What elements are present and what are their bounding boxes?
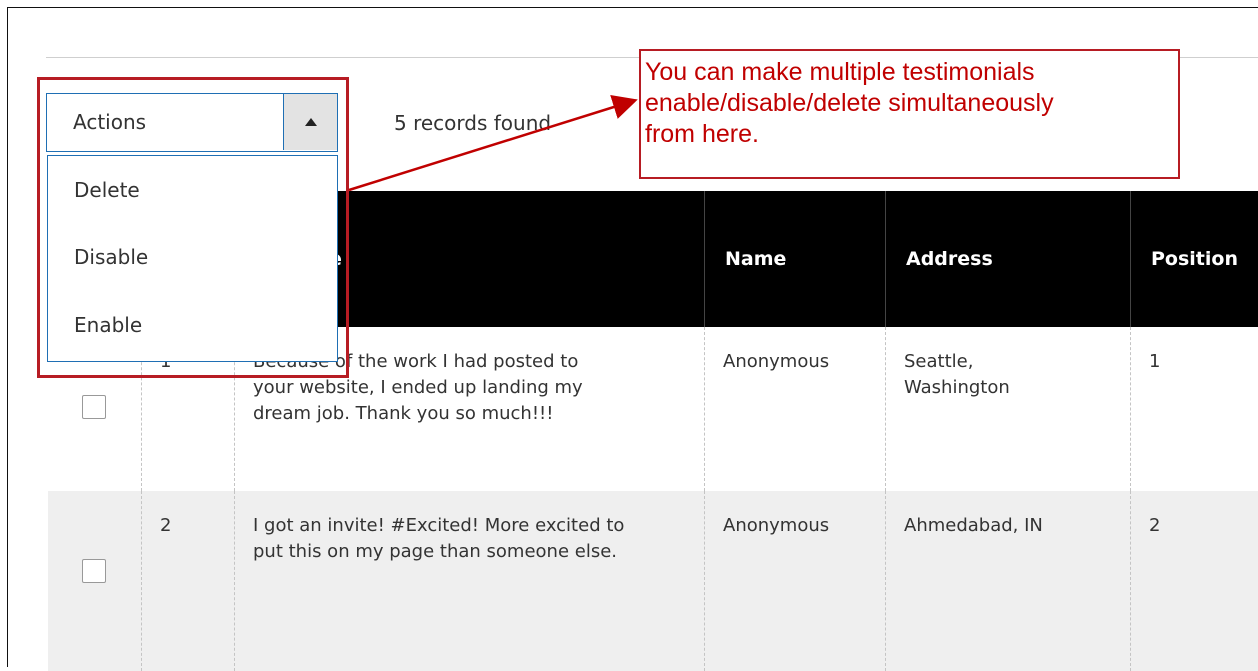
annotation-arrow-icon bbox=[348, 95, 638, 192]
